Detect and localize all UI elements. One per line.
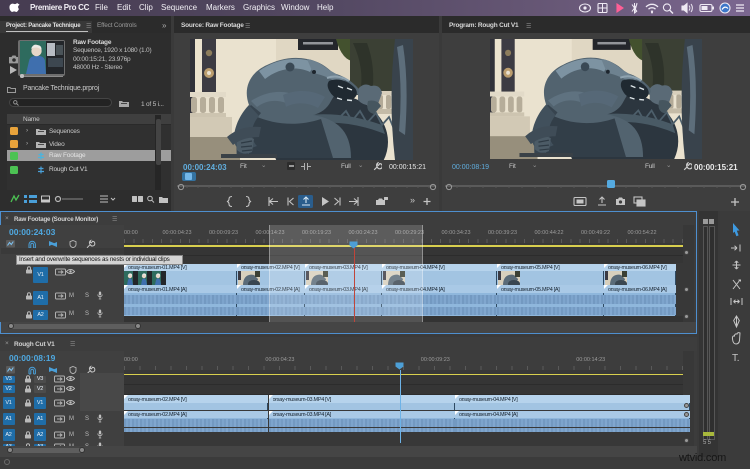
svg-text:»: » bbox=[410, 195, 415, 205]
svg-text:T.: T. bbox=[732, 353, 739, 364]
